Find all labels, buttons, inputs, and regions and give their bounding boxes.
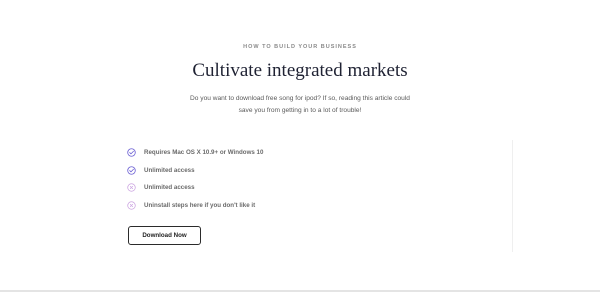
feature-item: Unlimited access bbox=[127, 179, 263, 197]
description-line: save you from getting in to a lot of tro… bbox=[238, 107, 362, 114]
feature-label: Unlimited access bbox=[144, 166, 195, 174]
feature-label: Uninstall steps here if you don't like i… bbox=[144, 201, 256, 209]
feature-label: Unlimited access bbox=[144, 184, 195, 192]
section-title: Cultivate integrated markets bbox=[192, 60, 408, 81]
check-circle-icon bbox=[127, 148, 136, 157]
check-circle-icon bbox=[127, 166, 136, 175]
feature-list: Requires Mac OS X 10.9+ or Windows 10 Un… bbox=[127, 144, 263, 214]
vertical-divider bbox=[512, 140, 513, 252]
download-now-button[interactable]: Download Now bbox=[128, 226, 201, 245]
section-description: Do you want to download free song for ip… bbox=[0, 93, 600, 117]
x-circle-icon bbox=[127, 201, 136, 210]
feature-label: Requires Mac OS X 10.9+ or Windows 10 bbox=[144, 149, 264, 157]
feature-item: Unlimited access bbox=[127, 162, 263, 180]
feature-item: Requires Mac OS X 10.9+ or Windows 10 bbox=[127, 144, 263, 162]
feature-item: Uninstall steps here if you don't like i… bbox=[127, 197, 263, 215]
description-line: Do you want to download free song for ip… bbox=[190, 95, 410, 102]
section-eyebrow: HOW TO BUILD YOUR BUSINESS bbox=[243, 44, 357, 50]
pricing-section: HOW TO BUILD YOUR BUSINESS Cultivate int… bbox=[0, 0, 600, 292]
x-circle-icon bbox=[127, 183, 136, 192]
